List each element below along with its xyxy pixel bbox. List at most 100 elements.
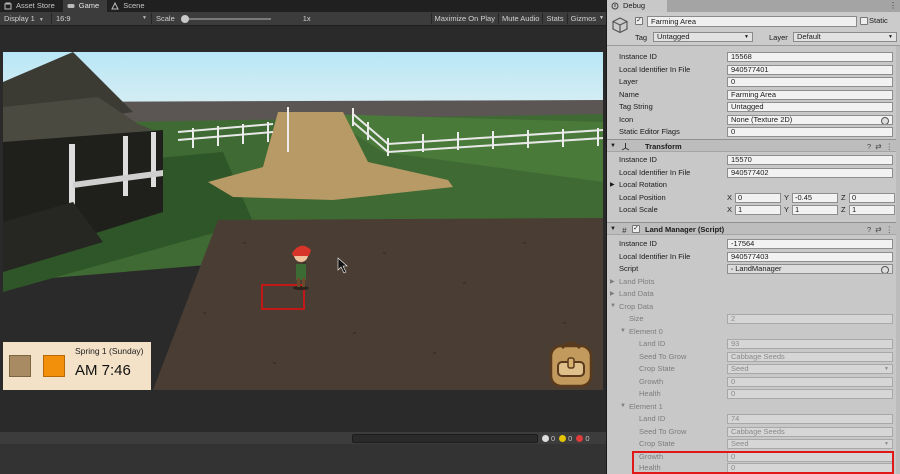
help-icon[interactable]: ? bbox=[867, 225, 875, 234]
foldout-icon[interactable]: ▼ bbox=[610, 143, 616, 149]
crop-state-value: Seed bbox=[731, 364, 749, 373]
field-row: Local Identifier In File 940577401 bbox=[607, 64, 900, 77]
component-enabled-checkbox[interactable]: ✓ bbox=[632, 225, 640, 233]
mute-audio-button[interactable]: Mute Audio bbox=[497, 13, 543, 24]
land-manager-local-identifier-field[interactable]: 940577403 bbox=[727, 251, 893, 262]
game-viewport[interactable] bbox=[3, 52, 603, 390]
name-field[interactable]: Farming Area bbox=[727, 89, 893, 100]
position-y-field[interactable]: -0.45 bbox=[792, 192, 838, 203]
growth-field[interactable]: 0 bbox=[727, 376, 893, 387]
static-checkbox[interactable] bbox=[860, 17, 868, 25]
field-row: Tag String Untagged bbox=[607, 101, 900, 114]
aspect-dropdown[interactable]: 16:9 ▼ bbox=[52, 13, 152, 24]
land-id-field[interactable]: 74 bbox=[727, 414, 893, 424]
scale-y-field[interactable]: 1 bbox=[792, 205, 838, 215]
foldout-icon[interactable]: ▼ bbox=[620, 328, 626, 334]
log-count[interactable]: 0 bbox=[542, 434, 555, 443]
foldout-icon[interactable]: ▼ bbox=[610, 226, 616, 232]
land-plots-row[interactable]: ▶ Land Plots bbox=[607, 276, 900, 289]
tab-game-label: Game bbox=[78, 1, 100, 10]
chevron-down-icon: ▼ bbox=[884, 441, 889, 447]
game-pane: Asset Store Game Scene Display 1 ▼ 16:9 ▼ … bbox=[0, 0, 606, 474]
warning-count[interactable]: 0 bbox=[559, 434, 572, 443]
hud-date: Spring 1 (Sunday) bbox=[75, 346, 144, 356]
layer-field[interactable]: 0 bbox=[727, 77, 893, 87]
land-id-field[interactable]: 93 bbox=[727, 339, 893, 349]
more-icon[interactable]: ⋮ bbox=[889, 1, 897, 10]
local-position-label: Local Position bbox=[619, 192, 666, 202]
field-row: Local Identifier In File 940577402 bbox=[607, 167, 900, 180]
tab-debug[interactable]: Debug bbox=[607, 0, 667, 12]
preset-icon[interactable]: ⇄ bbox=[875, 142, 885, 151]
transform-component-header[interactable]: ▼ Transform ?⇄⋮ bbox=[607, 139, 900, 152]
layer-dropdown[interactable]: Default ▼ bbox=[793, 32, 897, 42]
position-x-field[interactable]: 0 bbox=[735, 192, 781, 203]
health-field[interactable]: 0 bbox=[727, 389, 893, 399]
log-count-value: 0 bbox=[551, 433, 556, 443]
active-checkbox[interactable]: ✓ bbox=[635, 17, 643, 25]
foldout-icon[interactable]: ▼ bbox=[620, 403, 626, 409]
console-search-input[interactable] bbox=[352, 434, 538, 443]
maximize-on-play-button[interactable]: Maximize On Play bbox=[430, 13, 498, 24]
land-manager-component-header[interactable]: ▼ # ✓ Land Manager (Script) ?⇄⋮ bbox=[607, 222, 900, 235]
transform-instance-id-field[interactable]: 15570 bbox=[727, 155, 893, 165]
land-manager-instance-id-field[interactable]: -17564 bbox=[727, 239, 893, 249]
scale-x-field[interactable]: 1 bbox=[735, 205, 781, 215]
axis-x-label: X bbox=[727, 205, 733, 214]
size-field[interactable]: 2 bbox=[727, 314, 893, 324]
tab-scene[interactable]: Scene bbox=[107, 0, 152, 12]
console-area[interactable] bbox=[0, 444, 606, 474]
object-picker-icon[interactable] bbox=[881, 116, 889, 124]
tag-dropdown[interactable]: Untagged ▼ bbox=[653, 32, 753, 42]
backpack-icon[interactable] bbox=[548, 338, 594, 388]
scale-value: 1x bbox=[302, 14, 311, 23]
item-slot-1[interactable] bbox=[9, 355, 31, 377]
component-header-icons: ?⇄⋮ bbox=[867, 142, 897, 151]
item-slot-2[interactable] bbox=[43, 355, 65, 377]
time-hud: Spring 1 (Sunday) AM 7:46 bbox=[3, 342, 151, 390]
help-icon[interactable]: ? bbox=[867, 142, 875, 151]
land-data-row[interactable]: ▶ Land Data bbox=[607, 288, 900, 301]
foldout-icon[interactable]: ▼ bbox=[610, 303, 616, 309]
aspect-dropdown-value: 16:9 bbox=[56, 14, 71, 23]
field-row: Seed To Grow Cabbage Seeds bbox=[607, 351, 900, 364]
field-row: Static Editor Flags 0 bbox=[607, 126, 900, 139]
object-picker-icon[interactable] bbox=[881, 266, 889, 273]
tag-string-field[interactable]: Untagged bbox=[727, 102, 893, 112]
crop-state-dropdown[interactable]: Seed ▼ bbox=[727, 439, 893, 449]
crop-state-dropdown[interactable]: Seed ▼ bbox=[727, 364, 893, 374]
position-z-field[interactable]: 0 bbox=[849, 192, 895, 203]
inspector-panel: Debug ⋮ ✓ Farming Area Static Tag Untagg… bbox=[606, 0, 900, 474]
stats-button[interactable]: Stats bbox=[542, 13, 566, 24]
icon-field[interactable]: None (Texture 2D) bbox=[727, 114, 893, 125]
inspector-scrollbar[interactable] bbox=[896, 46, 900, 474]
seed-to-grow-field[interactable]: Cabbage Seeds bbox=[727, 426, 893, 437]
scale-slider[interactable] bbox=[180, 14, 271, 23]
instance-id-field[interactable]: 15568 bbox=[727, 52, 893, 62]
local-identifier-field[interactable]: 940577401 bbox=[727, 64, 893, 75]
tab-game[interactable]: Game bbox=[62, 0, 108, 12]
error-count[interactable]: 0 bbox=[576, 434, 590, 443]
layer-dropdown-value: Default bbox=[797, 32, 821, 41]
scale-z-field[interactable]: 1 bbox=[849, 205, 895, 215]
gizmos-button[interactable]: Gizmos ▼ bbox=[566, 13, 606, 24]
element-1-row[interactable]: ▼ Element 1 bbox=[607, 401, 900, 414]
script-field[interactable]: ▫ LandManager bbox=[727, 264, 893, 274]
seed-to-grow-field[interactable]: Cabbage Seeds bbox=[727, 351, 893, 362]
foldout-icon[interactable]: ▶ bbox=[610, 278, 615, 285]
display-dropdown[interactable]: Display 1 ▼ bbox=[0, 13, 52, 24]
land-data-label: Land Data bbox=[619, 289, 654, 298]
crop-data-row[interactable]: ▼ Crop Data bbox=[607, 301, 900, 314]
object-name-field[interactable]: Farming Area bbox=[647, 16, 857, 27]
preset-icon[interactable]: ⇄ bbox=[875, 225, 885, 234]
foldout-icon[interactable]: ▶ bbox=[610, 290, 615, 297]
transform-local-identifier-field[interactable]: 940577402 bbox=[727, 167, 893, 178]
tab-asset-store[interactable]: Asset Store bbox=[0, 0, 63, 12]
crop-state-value: Seed bbox=[731, 439, 749, 448]
element-0-row[interactable]: ▼ Element 0 bbox=[607, 326, 900, 339]
local-rotation-label[interactable]: Local Rotation bbox=[619, 180, 667, 189]
debug-icon bbox=[611, 2, 619, 10]
static-editor-flags-field[interactable]: 0 bbox=[727, 127, 893, 137]
foldout-icon[interactable]: ▶ bbox=[610, 181, 615, 188]
scale-slider-handle[interactable] bbox=[180, 14, 189, 23]
